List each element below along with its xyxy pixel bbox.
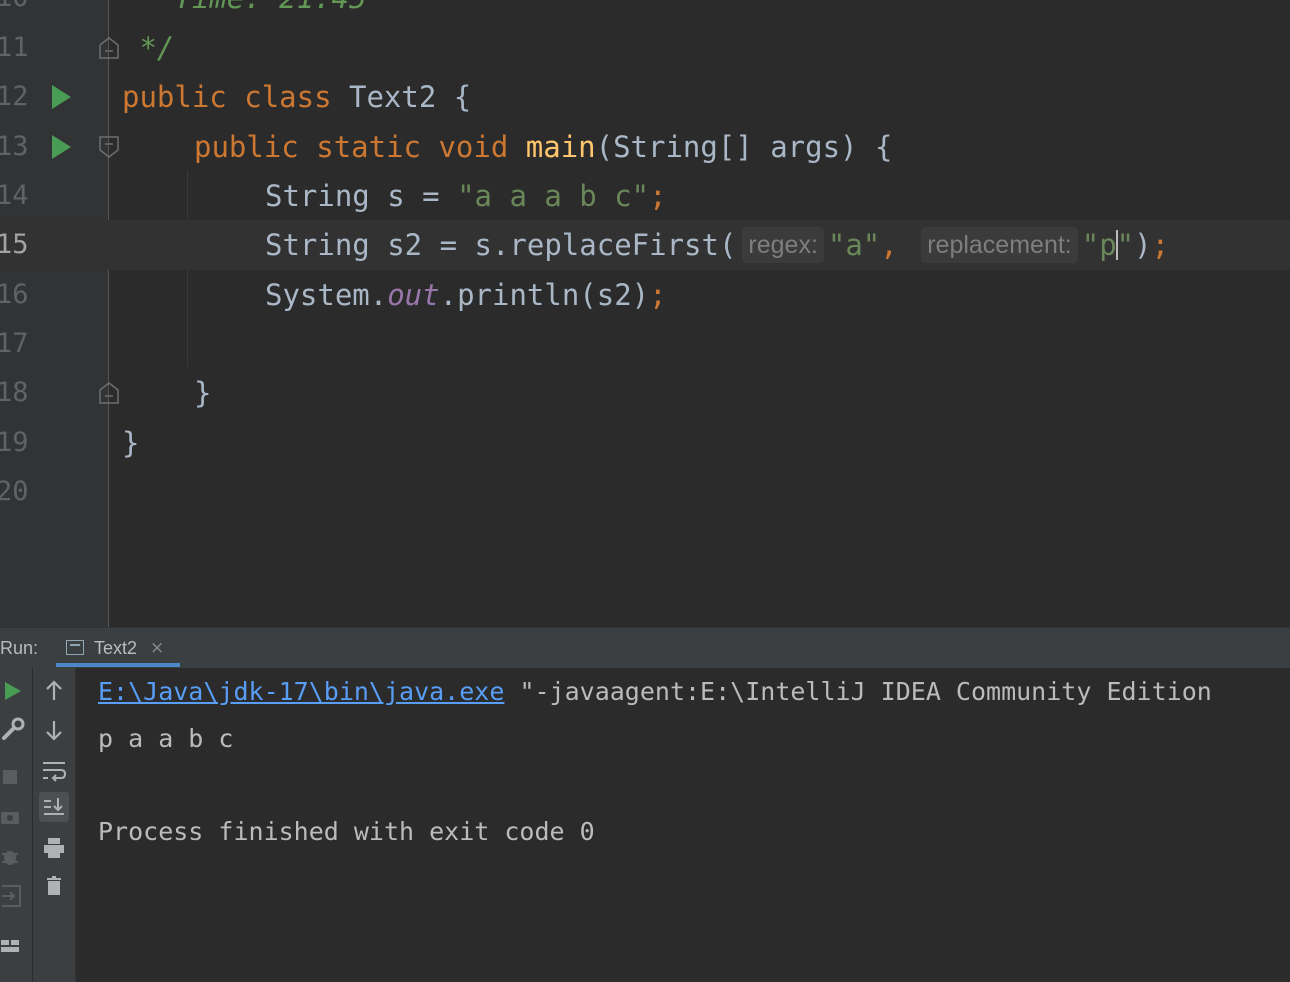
exit-message: Process finished with exit code 0 [98, 817, 595, 846]
soft-wrap-icon[interactable] [39, 755, 69, 785]
keyword: public [194, 130, 299, 164]
line-number: 18 [0, 377, 29, 408]
line-number: 17 [0, 328, 29, 359]
keyword: class [244, 80, 332, 114]
brace: { [453, 80, 472, 114]
comment-text: * Time: 21:45 [122, 0, 366, 23]
code-editor[interactable]: 10 * Time: 21:45 11 */ 12 public class T… [0, 0, 1290, 627]
run-class-icon[interactable] [52, 85, 71, 109]
semicolon: ; [649, 179, 667, 213]
semicolon: ; [649, 278, 667, 312]
line-number: 19 [0, 427, 29, 458]
closing-brace: } [194, 376, 212, 410]
code-line-18[interactable]: 18 } [0, 368, 1290, 418]
parameter-hint: replacement: [921, 227, 1078, 263]
line-number: 16 [0, 279, 29, 310]
keyword: static [316, 130, 421, 164]
code-text: String s = "a a a b c"; [265, 171, 667, 221]
code-segment: .println(s2) [439, 278, 650, 312]
code-line-16[interactable]: 16 System.out.println(s2); [0, 270, 1290, 320]
code-line-11[interactable]: 11 */ [0, 23, 1290, 73]
comment-text: */ [122, 31, 175, 65]
code-line-20[interactable]: 20 [0, 467, 1290, 517]
print-icon[interactable] [39, 833, 69, 863]
keyword: void [438, 130, 509, 164]
code-text: System.out.println(s2); [265, 270, 667, 320]
string-literal: " [1116, 228, 1135, 262]
code-line-14[interactable]: 14 String s = "a a a b c"; [0, 171, 1290, 221]
line-number: 14 [0, 180, 29, 211]
class-name: Text2 [349, 80, 437, 114]
string-literal: "a" [827, 228, 881, 262]
run-icon[interactable] [0, 676, 30, 706]
method-name: main [525, 130, 596, 164]
fold-end-icon[interactable] [99, 37, 119, 59]
line-number: 12 [0, 81, 29, 112]
string-literal: "p [1081, 228, 1117, 262]
line-number: 15 [0, 229, 29, 260]
active-tab-indicator [56, 663, 180, 667]
parameter-hint: regex: [742, 227, 824, 263]
layout-icon[interactable] [0, 930, 30, 960]
comma: , [880, 228, 898, 262]
fold-start-icon[interactable] [99, 136, 119, 158]
code-segment: String s2 = s.replaceFirst( [265, 228, 737, 262]
code-segment: System. [265, 278, 388, 312]
command-args: "-javaagent:E:\IntelliJ IDEA Community E… [504, 677, 1212, 706]
run-main-icon[interactable] [52, 135, 71, 159]
arrow-down-icon[interactable] [39, 715, 69, 745]
scroll-to-end-icon[interactable] [39, 792, 69, 822]
code-line-17[interactable]: 17 [0, 319, 1290, 369]
console-tab-icon [66, 640, 84, 655]
java-exe-link[interactable]: E:\Java\jdk-17\bin\java.exe [98, 677, 504, 706]
code-text: public class Text2 { [122, 72, 471, 122]
semicolon: ; [1151, 228, 1170, 262]
code-line-19[interactable]: 19 } [0, 418, 1290, 468]
closing-brace: } [122, 426, 140, 460]
line-number: 10 [0, 0, 29, 23]
console-output[interactable]: E:\Java\jdk-17\bin\java.exe "-javaagent:… [76, 668, 1290, 982]
keyword: public [122, 80, 227, 114]
run-panel-header: Run: Text2 × [0, 627, 1290, 669]
code-segment: String s = [265, 179, 458, 213]
code-line-12[interactable]: 12 public class Text2 { [0, 72, 1290, 122]
code-text: String s2 = s.replaceFirst(regex: "a", re… [265, 220, 1169, 270]
program-output: p a a b c [98, 724, 234, 753]
arrow-up-icon[interactable] [39, 676, 69, 706]
run-toolbar-secondary [33, 668, 76, 982]
line-number: 20 [0, 476, 29, 507]
stop-icon[interactable] [0, 762, 30, 792]
console-command-line: E:\Java\jdk-17\bin\java.exe "-javaagent:… [98, 672, 1212, 712]
camera-icon[interactable] [0, 802, 30, 832]
line-number: 11 [0, 32, 29, 63]
string-literal: "a a a b c" [457, 179, 650, 213]
run-toolbar-primary [0, 668, 33, 982]
line-number: 13 [0, 131, 29, 162]
debug-icon[interactable] [0, 842, 30, 872]
run-panel-label: Run: [0, 638, 39, 658]
paren: ) [1134, 228, 1152, 262]
exit-icon[interactable] [0, 880, 30, 910]
params: (String[] args) { [595, 130, 893, 164]
trash-icon[interactable] [39, 871, 69, 901]
fold-end-icon[interactable] [99, 382, 119, 404]
static-field: out [387, 278, 440, 312]
code-text: public static void main(String[] args) { [194, 122, 892, 172]
wrench-icon[interactable] [0, 714, 30, 744]
code-line-15[interactable]: 15 String s2 = s.replaceFirst(regex: "a",… [0, 220, 1290, 270]
code-line-10[interactable]: 10 * Time: 21:45 [0, 0, 1290, 23]
code-line-13[interactable]: 13 public static void main(String[] args… [0, 122, 1290, 172]
